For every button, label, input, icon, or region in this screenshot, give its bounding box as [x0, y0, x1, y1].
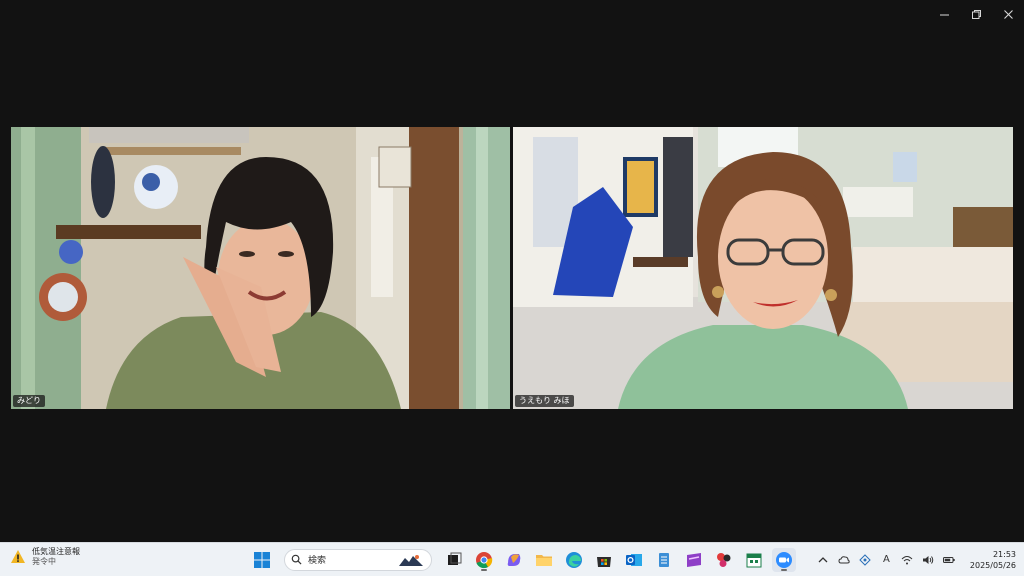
edge-button[interactable]	[562, 548, 586, 572]
folder-icon	[536, 554, 552, 566]
copilot-button[interactable]	[502, 548, 526, 572]
warning-icon	[11, 550, 25, 563]
outlook-button[interactable]	[622, 548, 646, 572]
purple-app-icon	[687, 552, 701, 567]
taskbar: 低気温注意報 発令中 検索 A 21:53 2025/05/26	[0, 542, 1024, 576]
taskbar-apps: 検索	[250, 546, 796, 573]
video-tile-participant-1[interactable]: みどり	[11, 127, 510, 409]
participant-name-label: うえもり みほ	[515, 395, 574, 407]
task-view-icon	[448, 552, 462, 565]
wifi-icon	[902, 555, 913, 564]
speaker-icon	[923, 555, 934, 564]
chrome-button[interactable]	[472, 548, 496, 572]
start-button[interactable]	[250, 548, 274, 572]
outlook-icon	[626, 553, 642, 566]
active-indicator	[781, 568, 787, 571]
clock-date: 2025/05/26	[969, 560, 1016, 570]
zoom-button[interactable]	[772, 547, 796, 572]
calendar-button[interactable]	[742, 548, 766, 572]
weather-widget[interactable]: 低気温注意報 発令中	[10, 547, 80, 567]
copilot-icon	[507, 553, 521, 566]
red-app-icon	[717, 552, 731, 567]
ime-label: A	[882, 554, 890, 565]
weather-subtitle: 発令中	[32, 557, 56, 566]
cloud-icon	[838, 555, 851, 563]
close-button[interactable]	[992, 0, 1024, 28]
close-icon	[1003, 9, 1013, 19]
task-view-button[interactable]	[442, 548, 466, 572]
vpn-button[interactable]	[859, 553, 872, 566]
edge-icon	[566, 551, 582, 568]
search-icon	[291, 554, 302, 565]
battery-button[interactable]	[943, 553, 956, 566]
app-red-button[interactable]	[712, 548, 736, 572]
minimize-button[interactable]	[928, 0, 960, 28]
chrome-icon	[476, 551, 493, 568]
volume-button[interactable]	[922, 553, 935, 566]
restore-icon	[971, 9, 981, 19]
system-tray: A 21:53 2025/05/26	[817, 546, 1016, 573]
ime-indicator[interactable]: A	[880, 553, 893, 566]
participant-1-video	[11, 127, 510, 409]
store-button[interactable]	[592, 548, 616, 572]
app-purple-button[interactable]	[682, 548, 706, 572]
chevron-up-icon	[818, 556, 828, 562]
wifi-button[interactable]	[901, 553, 914, 566]
participant-2-video	[513, 127, 1013, 409]
active-indicator	[481, 568, 487, 571]
windows-icon	[254, 551, 270, 568]
search-placeholder: 検索	[308, 556, 327, 566]
file-explorer-button[interactable]	[532, 548, 556, 572]
restore-button[interactable]	[960, 0, 992, 28]
zoom-icon	[776, 551, 792, 568]
window-controls	[928, 0, 1024, 28]
notepad-icon	[659, 552, 669, 567]
clock-time: 21:53	[992, 549, 1016, 559]
participant-name-label: みどり	[13, 395, 45, 407]
system-clock[interactable]: 21:53 2025/05/26	[970, 549, 1016, 571]
taskbar-search[interactable]: 検索	[284, 548, 432, 571]
onedrive-button[interactable]	[838, 553, 851, 566]
battery-icon	[943, 556, 956, 563]
calendar-icon	[746, 553, 762, 567]
store-icon	[597, 556, 611, 567]
video-tile-participant-2[interactable]: うえもり みほ	[513, 127, 1013, 409]
notepad-button[interactable]	[652, 548, 676, 572]
minimize-icon	[939, 14, 949, 15]
weather-title: 低気温注意報	[32, 547, 80, 556]
network-share-icon	[859, 553, 872, 566]
search-highlight-icon	[399, 554, 423, 566]
show-hidden-icons-button[interactable]	[817, 553, 830, 566]
